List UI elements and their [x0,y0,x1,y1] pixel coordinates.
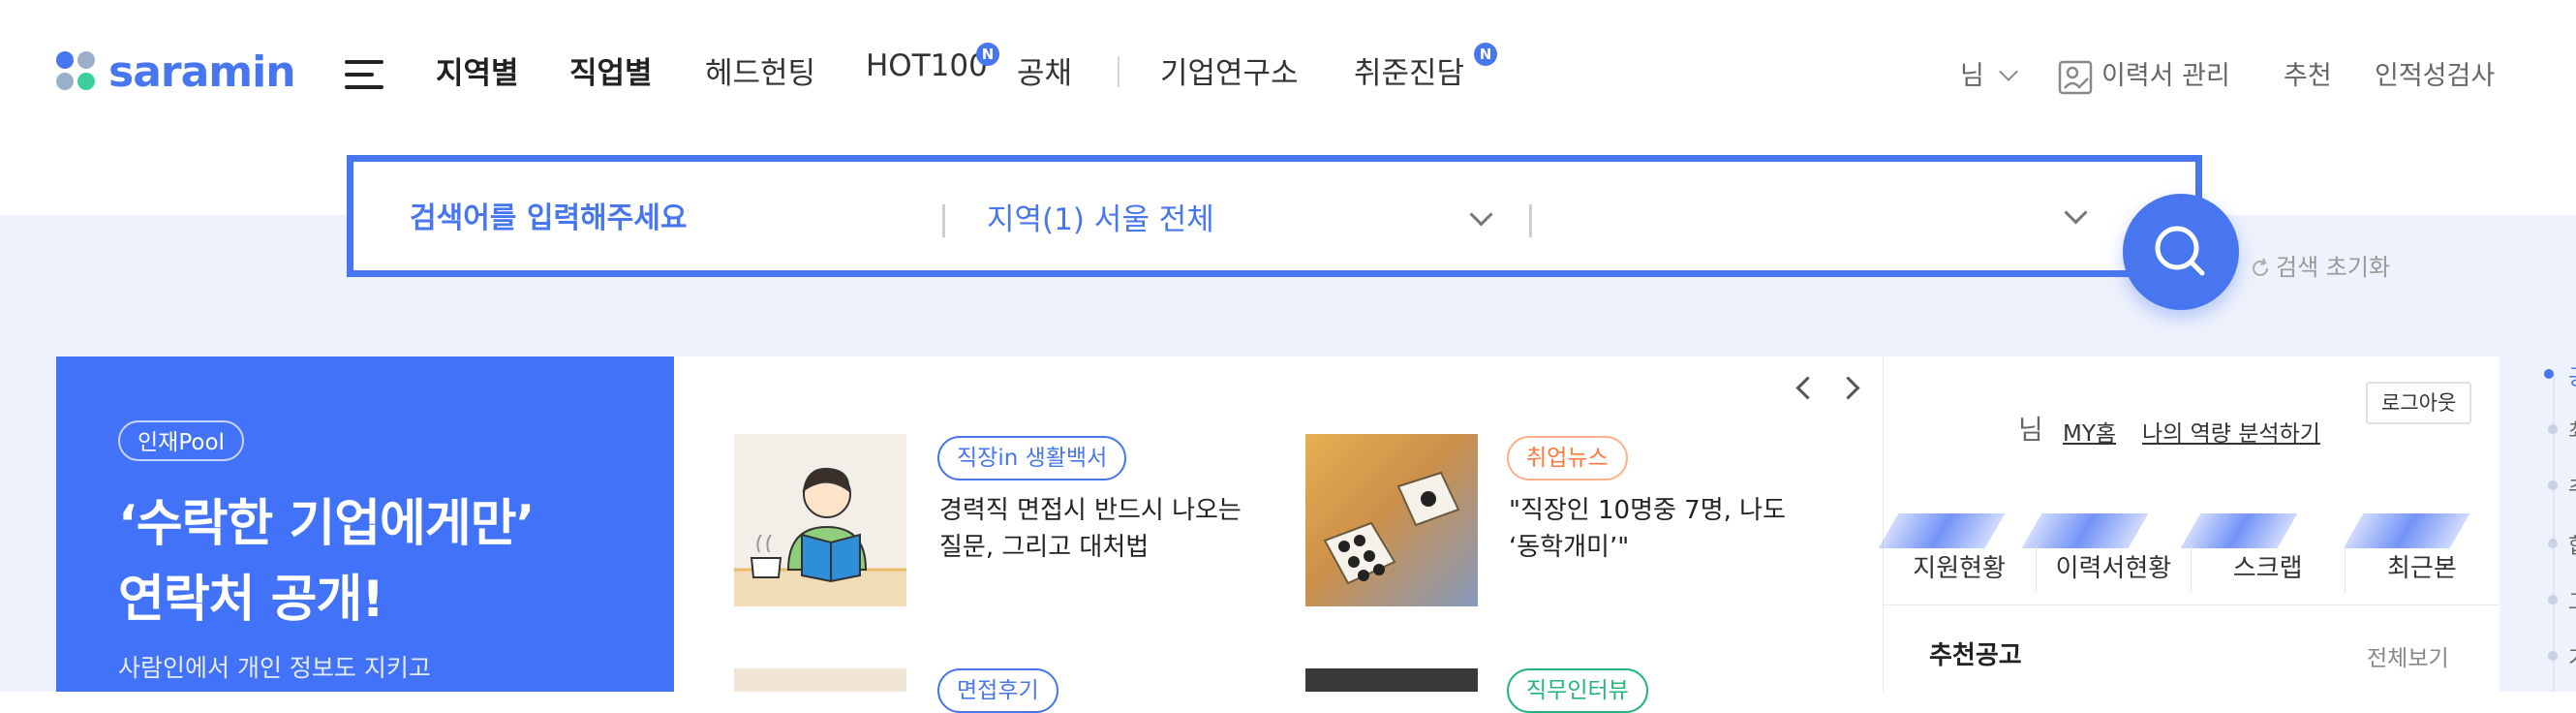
news-title[interactable]: 경력직 면접시 반드시 나오는 질문, 그리고 대처법 [939,492,1249,566]
stat-count-blur [2021,513,2149,548]
chevron-down-icon[interactable] [2064,201,2088,225]
rail-item[interactable]: 공 [2568,360,2576,391]
search-reset-button[interactable]: 검색 초기화 [2249,248,2390,282]
nav-public-recruit[interactable]: 공채 [1017,48,1072,93]
search-divider [1529,204,1532,237]
banner-headline: ‘수락한 기업에게만’ [118,495,535,553]
refresh-icon [2253,258,2268,276]
stat-tabs: 지원현황 이력서현황 스크랩 최근본 [1883,544,2499,593]
search-icon [2155,226,2205,276]
banner-chip: 인재Pool [118,420,244,461]
news-tag[interactable]: 취업뉴스 [1507,436,1628,480]
rail-dot[interactable] [2548,539,2558,548]
news-thumbnail[interactable] [1305,434,1478,606]
recommend-link[interactable]: 추천 [2284,54,2332,92]
user-menu-label: 님 [1960,61,1984,91]
stat-applied[interactable]: 지원현황 [1883,544,2038,593]
nav-divider [1118,56,1119,87]
rail-item[interactable]: 그 [2568,585,2576,616]
nav-job[interactable]: 직업별 [569,48,653,93]
user-menu[interactable]: 님 [1960,54,2019,92]
resume-manage-link[interactable]: 이력서 관리 [2057,54,2230,96]
talent-pool-banner[interactable]: 인재Pool ‘수락한 기업에게만’ 연락처 공개! 사람인에서 개인 정보도 … [56,356,674,692]
user-name: 님 [2018,414,2043,446]
rail-item[interactable]: 추 [2568,471,2576,502]
search-box: 지역(1) 서울 전체 [347,155,2202,277]
banner-headline: 연락처 공개! [118,571,384,629]
chevron-down-icon[interactable] [1469,202,1493,227]
nav-career-talk[interactable]: 취준진담 [1354,48,1464,93]
stat-resume[interactable]: 이력서현황 [2037,544,2192,593]
stat-scrap[interactable]: 스크랩 [2192,544,2346,593]
stat-recent[interactable]: 최근본 [2346,544,2499,593]
resume-manage-label: 이력서 관리 [2101,61,2230,91]
new-badge: N [976,43,999,66]
rail-dot[interactable] [2548,424,2558,434]
banner-subtext: 사람인에서 개인 정보도 지키고 [118,654,431,682]
stat-count-blur [1878,513,2006,548]
logo-dots-icon [56,51,97,92]
recommended-jobs-title: 추천공고 [1929,641,2022,670]
resume-icon [2058,60,2093,94]
news-tag[interactable]: 직장in 생활백서 [937,436,1127,480]
rail-item[interactable]: 기 [2568,641,2576,672]
news-thumbnail[interactable] [734,434,906,606]
rail-item[interactable]: 최 [2568,415,2576,446]
news-tag[interactable]: 면접후기 [937,668,1058,713]
stat-count-blur [2343,513,2470,548]
nav-region[interactable]: 지역별 [436,48,519,93]
stat-count-blur [2180,513,2298,548]
news-title[interactable]: "직장인 10명중 7명, 나도 ‘동학개미’" [1509,492,1819,566]
dice-image [1305,434,1478,606]
logo-text: saramin [108,46,296,97]
nav-headhunting[interactable]: 헤드헌팅 [705,48,815,93]
rail-dot[interactable] [2548,651,2558,661]
quick-rail-line [2553,374,2555,692]
skill-analysis-link[interactable]: 나의 역량 분석하기 [2142,415,2320,448]
search-reset-label: 검색 초기화 [2276,254,2391,281]
rail-dot[interactable] [2548,480,2558,490]
nav-hot100[interactable]: HOT100 [866,48,988,93]
news-thumbnail[interactable] [734,668,906,692]
saramin-logo[interactable]: saramin [56,45,296,99]
nav-company-lab[interactable]: 기업연구소 [1160,48,1299,93]
view-all-link[interactable]: 전체보기 [2367,639,2449,672]
aptitude-test-link[interactable]: 인적성검사 [2375,54,2495,92]
search-divider [942,204,945,237]
news-tag[interactable]: 직무인터뷰 [1507,668,1648,713]
my-home-link[interactable]: MY홈 [2063,415,2116,448]
rail-item[interactable]: 합 [2568,529,2576,560]
rail-dot-active[interactable] [2544,369,2554,379]
hamburger-menu-icon[interactable] [345,58,387,91]
rail-dot[interactable] [2548,595,2558,604]
news-thumbnail[interactable] [1305,668,1478,692]
divider [1883,604,2499,605]
logout-button[interactable]: 로그아웃 [2366,382,2472,424]
region-select[interactable]: 지역(1) 서울 전체 [987,195,1214,238]
chevron-down-icon [1999,62,2019,81]
search-button[interactable] [2123,194,2239,310]
search-input[interactable] [408,191,896,245]
new-badge: N [1474,43,1497,66]
reading-person-image [734,467,906,606]
